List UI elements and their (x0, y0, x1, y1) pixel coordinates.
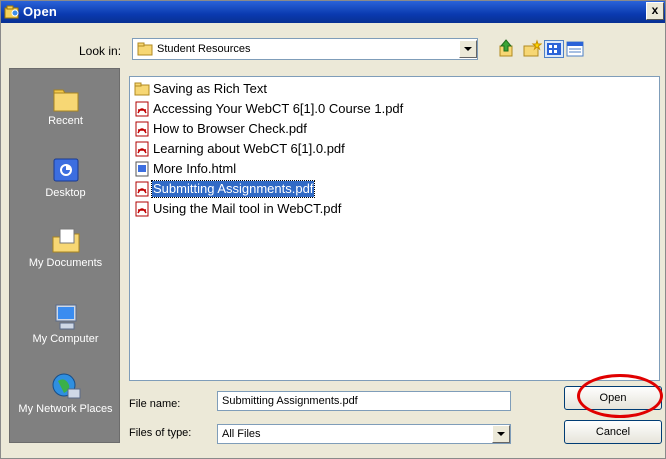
pdf-file-icon (135, 141, 149, 157)
close-button[interactable]: x (646, 2, 664, 20)
file-list-item[interactable]: Using the Mail tool in WebCT.pdf (134, 201, 342, 217)
file-list-item[interactable]: Submitting Assignments.pdf (134, 180, 316, 198)
file-type-label: Files of type: (129, 427, 192, 439)
file-list-item[interactable]: Accessing Your WebCT 6[1].0 Course 1.pdf (134, 101, 404, 117)
new-folder-icon[interactable] (522, 38, 542, 60)
details-view-icon[interactable] (566, 38, 586, 60)
open-dialog: Open x Look in: Student Resources Recent… (0, 0, 666, 459)
file-name-input[interactable]: Submitting Assignments.pdf (217, 391, 511, 411)
place-label: My Computer (32, 333, 99, 345)
look-in-dropdown-arrow[interactable] (459, 40, 477, 58)
pdf-file-icon (135, 121, 149, 137)
look-in-dropdown[interactable]: Student Resources (132, 38, 478, 60)
file-name-label: File name: (129, 398, 181, 410)
place-recent[interactable]: Recent (10, 83, 121, 127)
file-name-text: Using the Mail tool in WebCT.pdf (153, 201, 342, 216)
place-label: My Network Places (18, 403, 113, 415)
desktop-icon (53, 158, 78, 182)
my-computer-icon (55, 304, 76, 330)
pdf-file-icon (135, 201, 149, 217)
folder-icon (134, 82, 150, 96)
file-name-text: Submitting Assignments.pdf (150, 180, 316, 198)
file-type-select[interactable]: All Files (217, 424, 511, 444)
pdf-file-icon (135, 181, 149, 197)
look-in-value: Student Resources (157, 43, 251, 55)
place-my-computer[interactable]: My Computer (10, 301, 121, 345)
my-documents-icon (52, 228, 79, 253)
place-label: My Documents (28, 257, 103, 269)
view-menu-icon[interactable] (544, 38, 564, 60)
file-list-item[interactable]: How to Browser Check.pdf (134, 121, 308, 137)
recent-folder-icon (53, 89, 78, 112)
place-label: Recent (48, 115, 83, 127)
title-bar[interactable]: Open x (1, 1, 665, 23)
html-file-icon (135, 161, 149, 177)
network-places-icon (52, 373, 80, 399)
file-list-item[interactable]: More Info.html (134, 161, 237, 177)
file-name-text: Saving as Rich Text (153, 81, 267, 96)
place-my-network-places[interactable]: My Network Places (10, 371, 121, 415)
look-in-label: Look in: (79, 44, 122, 58)
file-list-item[interactable]: Learning about WebCT 6[1].0.pdf (134, 141, 346, 157)
place-my-documents[interactable]: My Documents (10, 225, 121, 269)
pdf-file-icon (135, 101, 149, 117)
folder-icon (137, 42, 153, 56)
file-list[interactable]: Saving as Rich Text Accessing Your WebCT … (129, 76, 660, 381)
file-type-dropdown-arrow[interactable] (492, 425, 510, 443)
open-folder-app-icon (4, 5, 19, 19)
file-list-item[interactable]: Saving as Rich Text (134, 81, 268, 97)
open-button[interactable]: Open (564, 386, 662, 410)
window-title: Open (23, 4, 58, 19)
cancel-button[interactable]: Cancel (564, 420, 662, 444)
file-name-text: How to Browser Check.pdf (153, 121, 307, 136)
place-desktop[interactable]: Desktop (10, 155, 121, 199)
file-type-value: All Files (222, 428, 261, 440)
places-bar: Recent Desktop My Documents My Computer … (9, 68, 120, 443)
back-folder-icon[interactable] (496, 38, 516, 60)
file-name-text: More Info.html (153, 161, 237, 176)
file-name-text: Accessing Your WebCT 6[1].0 Course 1.pdf (153, 101, 404, 116)
file-name-text: Learning about WebCT 6[1].0.pdf (153, 141, 345, 156)
place-label: Desktop (45, 187, 86, 199)
